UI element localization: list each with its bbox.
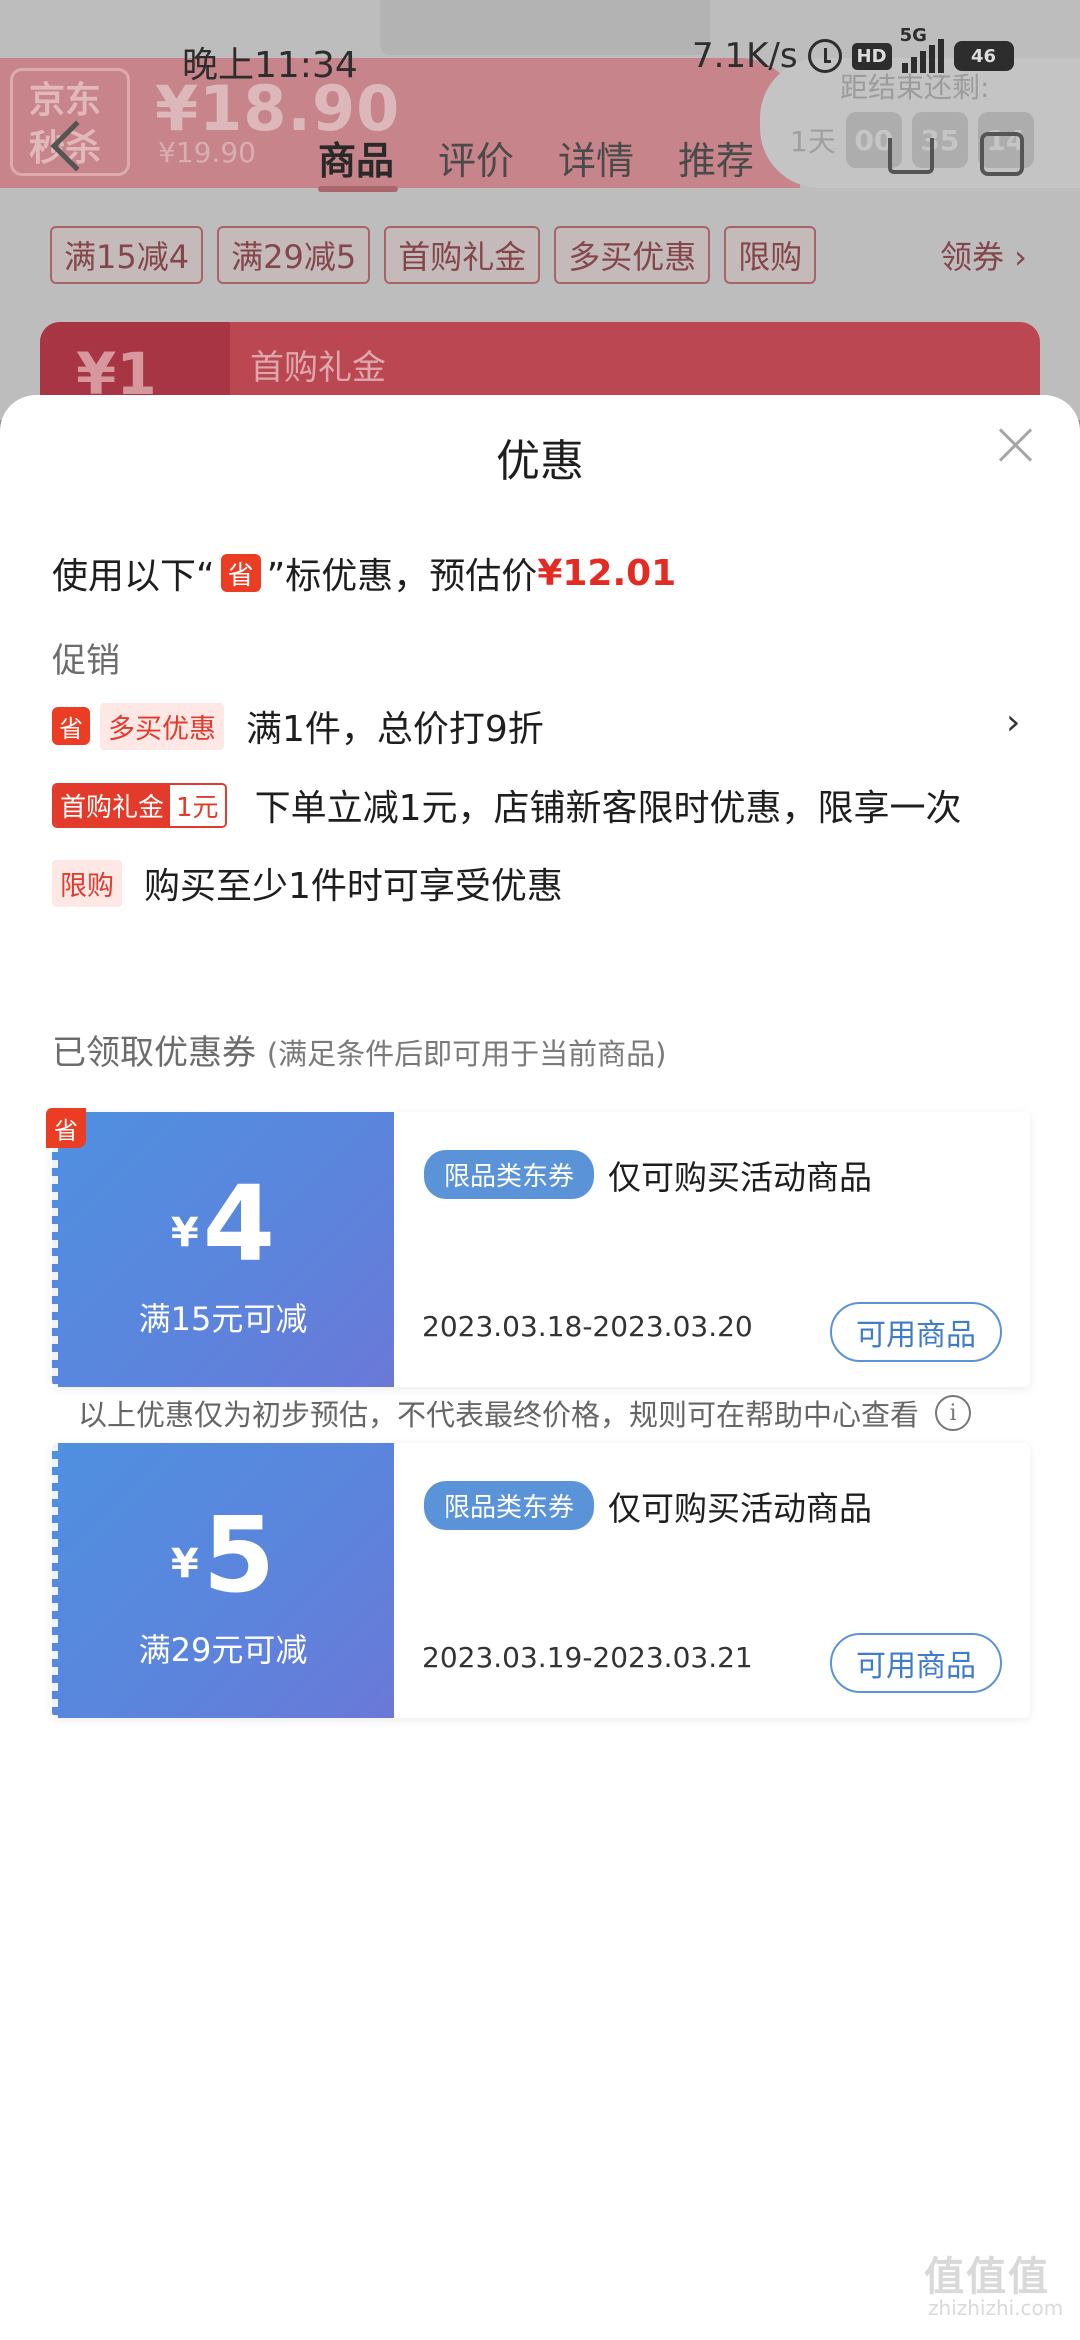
promotion-row-multibuy[interactable]: 省 多买优惠 满1件，总价打9折 [52, 700, 544, 752]
coupon-description: 仅可购买活动商品 [608, 1157, 873, 1197]
coupon-card: ¥ 5 满29元可减 限品类东券 仅可购买活动商品 2023.03.19-202… [50, 1443, 1030, 1718]
coupon-validity: 2023.03.19-2023.03.21 [422, 1641, 753, 1674]
close-icon[interactable] [996, 425, 1034, 463]
coupon-value-panel: ¥ 5 满29元可减 [50, 1443, 394, 1718]
estimated-price-summary: 使用以下“ 省 ”标优惠，预估价 ¥12.01 [52, 547, 676, 599]
save-badge-icon: 省 [52, 707, 90, 745]
coupon-value: 4 [202, 1163, 276, 1285]
status-time: 晚上11:34 [182, 45, 358, 86]
coupon-value-panel: ¥ 4 满15元可减 [50, 1112, 394, 1387]
network-type: 5G [899, 25, 927, 46]
sheet-title: 优惠 [496, 436, 584, 487]
promotions-heading: 促销 [52, 641, 120, 681]
discount-sheet: 优惠 使用以下“ 省 ”标优惠，预估价 ¥12.01 促销 省 多买优惠 满1件… [0, 395, 1080, 2340]
info-icon[interactable]: i [935, 1395, 972, 1431]
coupon-condition: 满15元可减 [138, 1300, 308, 1338]
status-bar: 晚上11:34 7.1K/s HD 5G 46 [0, 0, 1080, 110]
save-badge-icon: 省 [46, 1108, 86, 1148]
net-speed: 7.1K/s [692, 36, 798, 76]
promotion-tag: 首购礼金 1元 [52, 782, 227, 828]
status-indicators: 7.1K/s HD 5G 46 [692, 25, 1014, 76]
save-badge-icon: 省 [220, 554, 261, 592]
coupon-card: ¥ 4 满15元可减 省 限品类东券 仅可购买活动商品 2023.03.18-2… [46, 1108, 1030, 1387]
disclaimer: 以上优惠仅为初步预估，不代表最终价格，规则可在帮助中心查看 i [78, 1392, 972, 1434]
coupon-condition: 满29元可减 [138, 1631, 308, 1669]
coupon-currency: ¥ [170, 1210, 199, 1256]
battery-icon: 46 [953, 41, 1014, 71]
promotion-row-limit: 限购 购买至少1件时可享受优惠 [52, 857, 563, 909]
coupon-validity: 2023.03.18-2023.03.20 [422, 1310, 753, 1343]
coupon-currency: ¥ [170, 1541, 199, 1587]
promotion-text: 下单立减1元，店铺新客限时优惠，限享一次 [254, 788, 962, 829]
watermark: 值值值 [924, 2254, 1050, 2300]
summary-prefix: 使用以下“ [52, 556, 215, 597]
chevron-right-icon[interactable]: › [1006, 702, 1020, 743]
coupon-type-row: 限品类东券 仅可购买活动商品 [424, 1481, 872, 1530]
coupon-value: 5 [202, 1494, 276, 1616]
signal-icon: 5G [900, 25, 944, 73]
summary-suffix: ”标优惠，预估价 [266, 556, 538, 597]
disclaimer-text: 以上优惠仅为初步预估，不代表最终价格，规则可在帮助中心查看 [78, 1398, 920, 1432]
coupon-amount: ¥ 4 [52, 1172, 394, 1276]
coupon-description: 仅可购买活动商品 [608, 1488, 873, 1528]
promotion-tag: 限购 [52, 859, 122, 907]
promotion-tag-value: 1元 [170, 784, 225, 826]
estimated-price: ¥12.01 [537, 552, 677, 594]
promotion-text: 满1件，总价打9折 [246, 709, 544, 750]
hd-icon: HD [851, 42, 892, 70]
available-products-button[interactable]: 可用商品 [830, 1633, 1002, 1693]
coupons-sublabel: (满足条件后即可用于当前商品) [266, 1037, 667, 1071]
claimed-coupons-heading: 已领取优惠券 (满足条件后即可用于当前商品) [52, 1025, 666, 1074]
watermark-url: zhizhizhi.com [928, 2296, 1064, 2320]
coupon-type-row: 限品类东券 仅可购买活动商品 [424, 1150, 872, 1199]
coupon-type-badge: 限品类东券 [424, 1481, 595, 1530]
alarm-icon [807, 39, 842, 73]
promotion-tag: 多买优惠 [100, 702, 224, 750]
available-products-button[interactable]: 可用商品 [830, 1302, 1002, 1362]
coupon-type-badge: 限品类东券 [424, 1150, 595, 1199]
coupon-amount: ¥ 5 [52, 1503, 394, 1607]
promotion-text: 购买至少1件时可享受优惠 [144, 866, 563, 907]
promotion-tag-label: 首购礼金 [54, 784, 171, 826]
promotion-row-first-purchase: 首购礼金 1元 下单立减1元，店铺新客限时优惠，限享一次 [52, 779, 961, 831]
coupons-label: 已领取优惠券 [52, 1033, 256, 1073]
